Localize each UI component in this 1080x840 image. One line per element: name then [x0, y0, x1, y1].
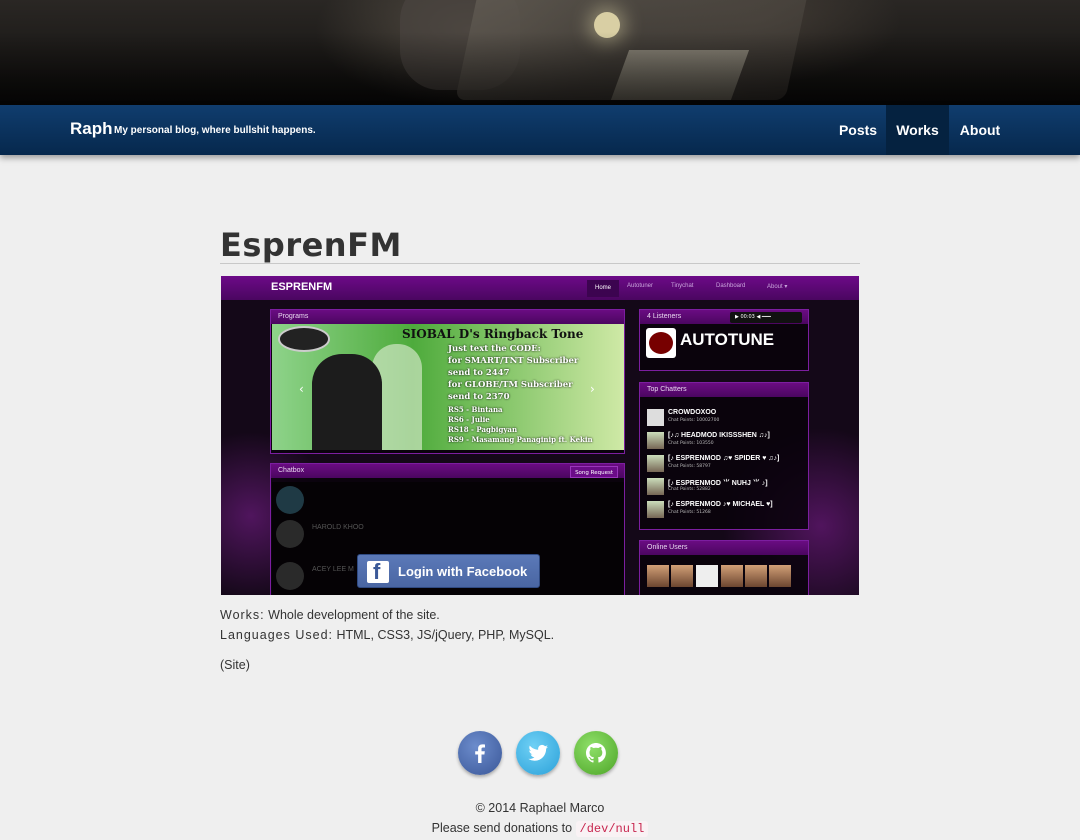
top-chatters-label: Top Chatters: [640, 383, 808, 397]
facebook-login-label: Login with Facebook: [398, 564, 528, 579]
screenshot-nav-home: Home: [587, 280, 619, 297]
title-divider: [220, 263, 860, 264]
avatar: [647, 565, 669, 587]
works-line: Works: Whole development of the site.: [220, 608, 440, 622]
donation-line: Please send donations to /dev/null: [0, 821, 1080, 837]
avatar: [647, 478, 664, 495]
banner-logo-icon: [278, 326, 330, 352]
chatter-points: Chat Points: 10002700: [668, 418, 720, 423]
player-time: 00:03: [740, 314, 755, 320]
screenshot-nav-dashboard: Dashboard: [716, 283, 746, 289]
avatar: [745, 565, 767, 587]
site-link[interactable]: (Site): [220, 658, 250, 672]
chatter-name: CROWDOXOO: [668, 409, 717, 416]
banner-title: SIOBAL D's Ringback Tone: [402, 327, 584, 341]
works-value: Whole development of the site.: [268, 608, 440, 622]
avatar: [721, 565, 743, 587]
github-icon[interactable]: [574, 731, 618, 775]
chatter-name: [♪♫ HEADMOD IKISSSHEN ♫♪]: [668, 432, 770, 439]
chatter-points: Chat Points: 52882: [668, 487, 711, 492]
avatar: [647, 455, 664, 472]
program-banner: SIOBAL D's Ringback Tone Just text the C…: [272, 324, 624, 450]
avatar: [647, 501, 664, 518]
avatar: [276, 520, 304, 548]
listeners-panel: 4 Listeners ▶ 00:03 ◀ ━━━ AUTOTUNE: [639, 309, 809, 371]
project-screenshot: ESPRENFM Home Autotuner Tinychat Dashboa…: [221, 276, 859, 595]
copyright: © 2014 Raphael Marco: [475, 801, 605, 815]
languages-label: Languages Used:: [220, 628, 333, 642]
now-playing: AUTOTUNE: [680, 330, 775, 349]
nav-works[interactable]: Works: [886, 105, 949, 155]
banner-line: for GLOBE/TM Subscriber: [448, 380, 573, 390]
nav-posts[interactable]: Posts: [830, 105, 886, 155]
avatar: [647, 432, 664, 449]
screenshot-nav-autotuner: Autotuner: [627, 283, 654, 289]
programs-label: Programs: [271, 310, 624, 324]
station-logo-icon: [646, 328, 676, 358]
nav-about[interactable]: About: [949, 105, 1011, 155]
top-chatters-panel: Top Chatters CROWDOXOO Chat Points: 1000…: [639, 382, 809, 530]
avatar: [769, 565, 791, 587]
avatar: [696, 565, 718, 587]
programs-panel: Programs SIOBAL D's Ringback Tone Just t…: [270, 309, 625, 454]
audio-player: ▶ 00:03 ◀ ━━━: [730, 312, 802, 323]
chat-username: ACEY LEE M: [312, 566, 354, 573]
donation-code: /dev/null: [575, 821, 649, 837]
avatar: [671, 565, 693, 587]
site-tagline: My personal blog, where bullshit happens…: [114, 125, 316, 136]
screenshot-nav-tinychat: Tinychat: [671, 283, 694, 289]
banner-line: send to 2370: [448, 392, 510, 402]
chatter-points: Chat Points: 103550: [668, 441, 714, 446]
works-label: Works:: [220, 608, 265, 622]
banner-line: Just text the CODE:: [448, 344, 541, 354]
facebook-icon: [367, 559, 389, 585]
chatter-name: [♪ ESPRENMOD ♪♥ MICHAEL ♥]: [668, 501, 773, 508]
banner-line: RS6 - Julie: [448, 415, 490, 424]
twitter-icon[interactable]: [516, 731, 560, 775]
chatter-points: Chat Points: 51268: [668, 510, 711, 515]
online-users-panel: Online Users: [639, 540, 809, 595]
banner-line: RS9 - Masamang Panaginip ft. Kekin: [448, 435, 593, 444]
chatter-points: Chat Points: 58797: [668, 464, 711, 469]
screenshot-navbar: ESPRENFM Home Autotuner Tinychat Dashboa…: [221, 276, 859, 300]
chevron-left-icon: ‹: [299, 382, 304, 396]
screenshot-nav-about: About ▾: [767, 284, 788, 290]
banner-line: send to 2447: [448, 368, 510, 378]
banner-line: RS18 - Pagbigyan: [448, 425, 518, 434]
online-users-label: Online Users: [640, 541, 808, 555]
languages-value: HTML, CSS3, JS/jQuery, PHP, MySQL.: [336, 628, 555, 642]
facebook-icon[interactable]: [458, 731, 502, 775]
top-navbar: Raph My personal blog, where bullshit ha…: [0, 105, 1080, 155]
screenshot-logo: ESPRENFM: [271, 281, 333, 293]
song-request-button: Song Request: [570, 466, 618, 478]
header-hero-image: [0, 0, 1080, 106]
brand-link[interactable]: Raph: [70, 119, 113, 139]
avatar: [276, 562, 304, 590]
chevron-right-icon: ›: [590, 382, 595, 396]
chatter-name: [♪ ESPRENMOD ♫♥ SPIDER ♥ ♫♪]: [668, 455, 780, 462]
avatar: [647, 409, 664, 426]
smiley-icon: [276, 486, 304, 514]
facebook-login-button: Login with Facebook: [357, 554, 540, 588]
banner-line: for SMART/TNT Subscriber: [448, 356, 579, 366]
page-title: EsprenFM: [220, 226, 402, 264]
banner-line: RS5 - Bintana: [448, 405, 503, 414]
donation-text: Please send donations to: [431, 821, 573, 835]
chat-username: HAROLD KHOO: [312, 524, 364, 531]
languages-line: Languages Used: HTML, CSS3, JS/jQuery, P…: [220, 628, 554, 642]
